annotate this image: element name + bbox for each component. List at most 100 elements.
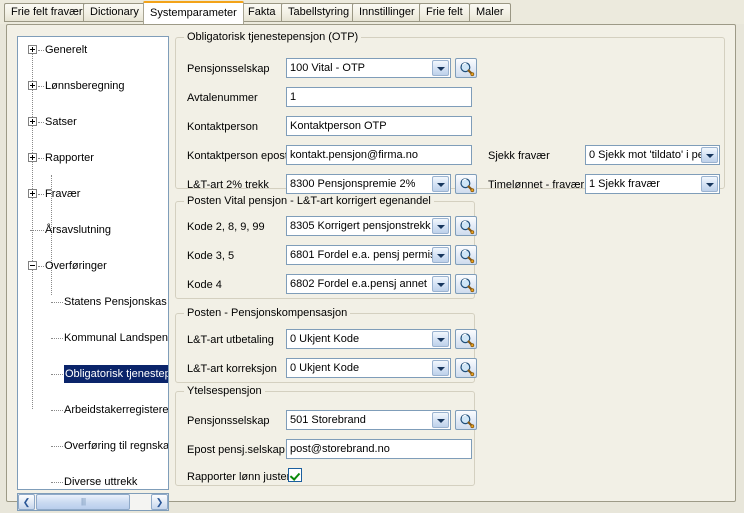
kode-4-lookup-button[interactable] <box>455 274 477 294</box>
expand-plus-icon[interactable] <box>28 45 37 54</box>
tab-label: Innstillinger <box>359 6 415 18</box>
expand-plus-icon[interactable] <box>28 117 37 126</box>
tree-item-arbeidstakerregister[interactable]: Arbeidstakerregistere <box>18 401 168 419</box>
label-epost-pensjonsselskap: Epost pensj.selskap <box>187 444 285 456</box>
expand-plus-icon[interactable] <box>28 81 37 90</box>
timelonnet-fravaer-combo[interactable]: 1 Sjekk fravær <box>585 174 720 194</box>
chevron-down-icon[interactable] <box>432 218 449 234</box>
sjekk-fravaer-combo[interactable]: 0 Sjekk mot 'tildato' i pe <box>585 145 720 165</box>
tree-dash <box>38 266 44 268</box>
expand-plus-icon[interactable] <box>28 189 37 198</box>
tab-systemparameter[interactable]: Systemparameter <box>143 1 244 24</box>
chevron-down-icon[interactable] <box>432 360 449 376</box>
combo-value: 1 Sjekk fravær <box>589 178 660 190</box>
settings-tree[interactable]: Generelt Lønnsberegning Satser Rapporter <box>17 36 169 490</box>
avtalenummer-input[interactable]: 1 <box>286 87 472 107</box>
search-icon <box>460 249 475 264</box>
tab-label: Frie felt <box>426 6 463 18</box>
systemparameter-panel: Generelt Lønnsberegning Satser Rapporter <box>6 24 736 511</box>
input-value: post@storebrand.no <box>290 443 390 455</box>
tree-item-lonnsberegning[interactable]: Lønnsberegning <box>18 77 168 95</box>
label-pensjonsselskap-ytelse: Pensjonsselskap <box>187 415 270 427</box>
group-ytelsespensjon-title: Ytelsespensjon <box>184 385 265 397</box>
tab-label: Dictionary <box>90 6 139 18</box>
tab-frie-felt[interactable]: Frie felt <box>419 3 470 22</box>
combo-value: 8300 Pensjonspremie 2% <box>290 178 416 190</box>
label-lt-art-utbetaling: L&T-art utbetaling <box>187 334 274 346</box>
kontaktperson-epost-input[interactable]: kontakt.pensjon@firma.no <box>286 145 472 165</box>
tab-dictionary[interactable]: Dictionary <box>83 3 146 22</box>
chevron-down-icon[interactable] <box>432 331 449 347</box>
lt-art-korreksjon-combo[interactable]: 0 Ukjent Kode <box>286 358 451 378</box>
kontaktperson-input[interactable]: Kontaktperson OTP <box>286 116 472 136</box>
lt-art-korreksjon-lookup-button[interactable] <box>455 358 477 378</box>
chevron-down-icon[interactable] <box>432 247 449 263</box>
tree-dash <box>51 374 63 376</box>
tree-dash <box>38 194 44 196</box>
rapporter-lonn-justert-checkbox[interactable] <box>288 468 302 482</box>
tab-label: Frie felt fravær <box>11 6 83 18</box>
combo-value: 0 Sjekk mot 'tildato' i pe <box>589 149 704 161</box>
pensjonsselskap-ytelse-lookup-button[interactable] <box>455 410 477 430</box>
scroll-left-button[interactable]: ❮ <box>18 494 35 510</box>
tree-horizontal-scrollbar[interactable]: ❮ |||| ❯ <box>17 493 169 511</box>
tree-dash <box>51 338 63 340</box>
pensjonsselskap-ytelse-combo[interactable]: 501 Storebrand <box>286 410 451 430</box>
pensjonsselskap-otp-combo[interactable]: 100 Vital - OTP <box>286 58 451 78</box>
collapse-minus-icon[interactable] <box>28 261 37 270</box>
tree-item-kommunal-landspensjon[interactable]: Kommunal Landspen <box>18 329 168 347</box>
label-rapporter-lonn-justert: Rapporter lønn justert <box>187 471 294 483</box>
tree-item-overforinger[interactable]: Overføringer <box>18 257 168 275</box>
combo-value: 0 Ukjent Kode <box>290 362 360 374</box>
tree-item-satser[interactable]: Satser <box>18 113 168 131</box>
lt-art-utbetaling-lookup-button[interactable] <box>455 329 477 349</box>
tree-item-label: Satser <box>45 116 77 128</box>
tree-item-diverse-uttrekk[interactable]: Diverse uttrekk <box>18 473 168 489</box>
tab-fakta[interactable]: Fakta <box>241 3 283 22</box>
label-sjekk-fravaer: Sjekk fravær <box>488 150 550 162</box>
tab-innstillinger[interactable]: Innstillinger <box>352 3 422 22</box>
tree-item-rapporter[interactable]: Rapporter <box>18 149 168 167</box>
tree-dash <box>38 86 44 88</box>
tree-item-statens-pensjonskasse[interactable]: Statens Pensjonskas <box>18 293 168 311</box>
chevron-down-icon[interactable] <box>432 176 449 192</box>
chevron-down-icon[interactable] <box>701 176 718 192</box>
lt-art-2-prosent-trekk-combo[interactable]: 8300 Pensjonspremie 2% <box>286 174 451 194</box>
tab-label: Tabellstyring <box>288 6 350 18</box>
tree-item-label: Lønnsberegning <box>45 80 125 92</box>
label-timelonnet-fravaer: Timelønnet - fravær <box>488 179 585 191</box>
chevron-down-icon[interactable] <box>701 147 718 163</box>
expand-plus-icon[interactable] <box>28 153 37 162</box>
tab-maler[interactable]: Maler <box>469 3 511 22</box>
tree-item-arsavslutning[interactable]: Årsavslutning <box>18 221 168 239</box>
epost-pensjonsselskap-input[interactable]: post@storebrand.no <box>286 439 472 459</box>
group-ytelsespensjon: Ytelsespensjon Pensjonsselskap 501 Store… <box>175 385 477 486</box>
chevron-down-icon[interactable] <box>432 412 449 428</box>
scroll-right-button[interactable]: ❯ <box>151 494 168 510</box>
pensjonsselskap-otp-lookup-button[interactable] <box>455 58 477 78</box>
tab-frie-felt-fravaer[interactable]: Frie felt fravær <box>4 3 90 22</box>
tree-dash <box>38 122 44 124</box>
tree-item-fravaer[interactable]: Fravær <box>18 185 168 203</box>
label-kontaktperson-epost: Kontaktperson epost <box>187 150 288 162</box>
tree-item-label: Diverse uttrekk <box>64 476 138 488</box>
chevron-down-icon[interactable] <box>432 276 449 292</box>
kode-4-combo[interactable]: 6802 Fordel e.a.pensj annet <box>286 274 451 294</box>
kode-2-8-9-99-combo[interactable]: 8305 Korrigert pensjonstrekk <box>286 216 451 236</box>
scroll-thumb[interactable]: |||| <box>36 494 130 510</box>
kode-3-5-combo[interactable]: 6801 Fordel e.a. pensj permisj <box>286 245 451 265</box>
kode-2-8-9-99-lookup-button[interactable] <box>455 216 477 236</box>
tree-item-obligatorisk-tjenestepensjon[interactable]: Obligatorisk tjenestep <box>18 365 168 383</box>
tree-item-generelt[interactable]: Generelt <box>18 41 168 59</box>
chevron-down-icon[interactable] <box>432 60 449 76</box>
tree-item-overforing-til-regnskap[interactable]: Overføring til regnska <box>18 437 168 455</box>
scroll-track[interactable] <box>131 494 151 510</box>
tree-item-label: Overføring til regnska <box>64 440 169 452</box>
input-value: Kontaktperson OTP <box>290 120 387 132</box>
tab-tabellstyring[interactable]: Tabellstyring <box>281 3 357 22</box>
lt-art-utbetaling-combo[interactable]: 0 Ukjent Kode <box>286 329 451 349</box>
label-pensjonsselskap-otp: Pensjonsselskap <box>187 63 270 75</box>
kode-3-5-lookup-button[interactable] <box>455 245 477 265</box>
lt-art-2-prosent-trekk-lookup-button[interactable] <box>455 174 477 194</box>
search-icon <box>460 220 475 235</box>
